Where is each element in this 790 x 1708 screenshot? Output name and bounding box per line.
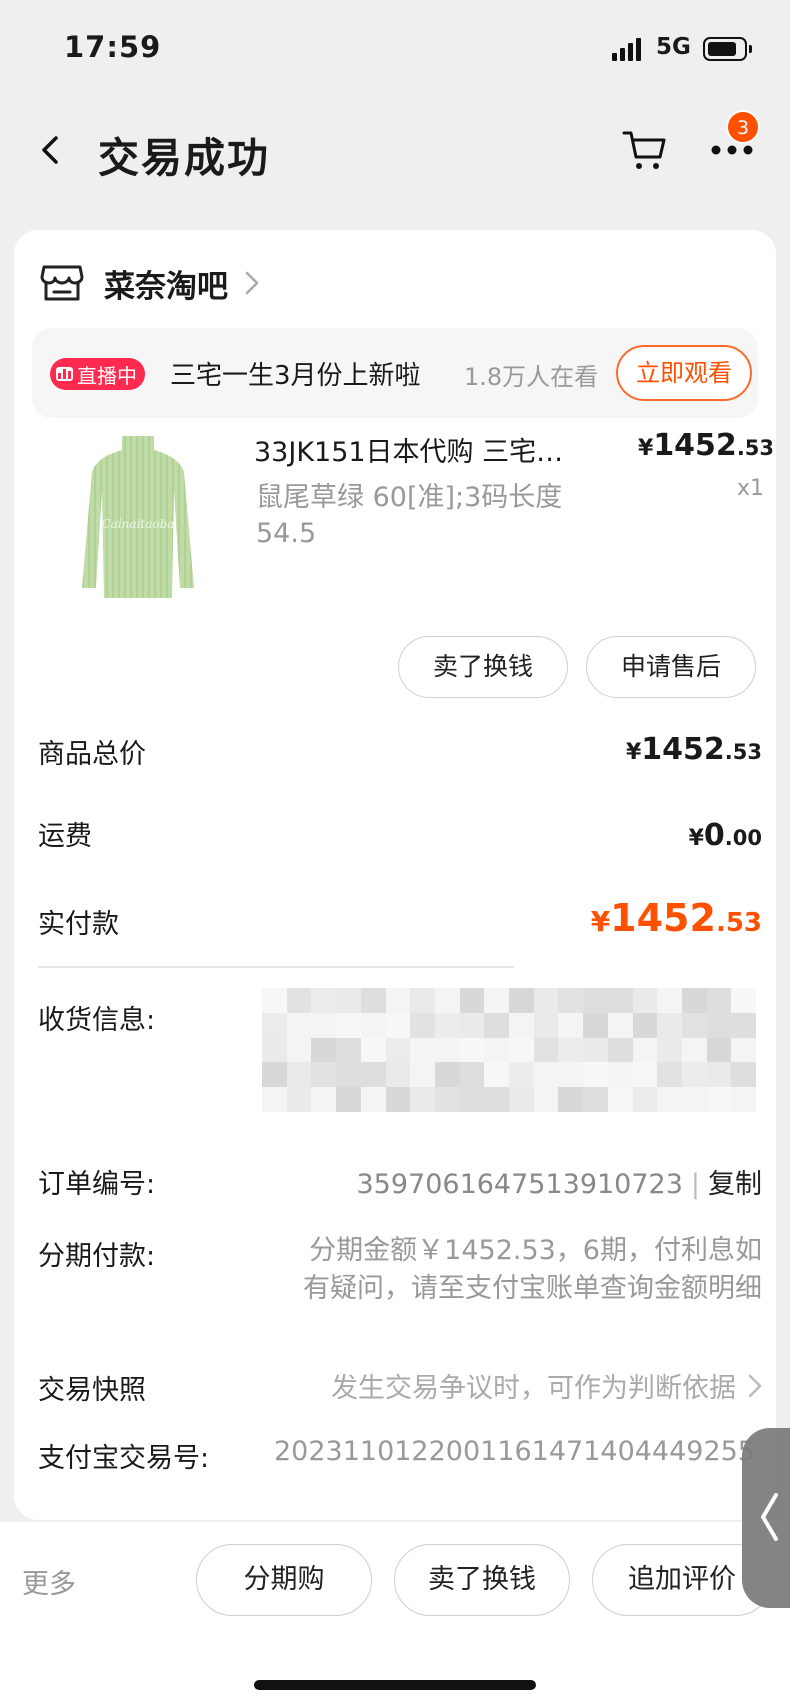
cart-icon[interactable] [622, 128, 668, 172]
paid-value: ¥1452.53 [590, 896, 762, 940]
back-arrow-icon[interactable] [32, 130, 72, 170]
network-label: 5G [656, 34, 691, 60]
shop-header[interactable]: 菜奈淘吧 [40, 258, 260, 308]
live-title: 三宅一生3月份上新啦 [170, 361, 421, 391]
home-indicator [254, 1680, 536, 1690]
page-title: 交易成功 [98, 134, 270, 182]
order-number-value: 3597061647513910723 [356, 1169, 683, 1200]
order-card: 菜奈淘吧 直播中 三宅一生3月份上新啦 1.8万人在看 立即观看 Cainait… [14, 230, 776, 1520]
more-menu-icon[interactable] [708, 140, 756, 160]
product-quantity: x1 [736, 476, 764, 501]
order-number-label: 订单编号: [38, 1169, 156, 1200]
divider [38, 966, 514, 968]
installment-label: 分期付款: [38, 1241, 156, 1272]
battery-icon [703, 37, 752, 61]
store-icon [40, 265, 84, 301]
copy-button[interactable]: 复制 [708, 1169, 762, 1200]
product-image[interactable]: Cainaitaoba [68, 428, 208, 608]
bottom-action-bar: 更多 分期购 卖了换钱 追加评价 [0, 1522, 790, 1708]
nav-bar: 交易成功 3 [0, 100, 790, 210]
alipay-trade-number: 2023110122001161471404449255 [274, 1436, 755, 1467]
side-drawer-handle[interactable] [742, 1428, 790, 1608]
live-badge: 直播中 [50, 358, 145, 390]
status-time: 17:59 [64, 30, 162, 64]
alipay-trade-label: 支付宝交易号: [38, 1443, 210, 1474]
live-viewers: 1.8万人在看 [464, 363, 599, 391]
shipping-value: ¥0.00 [688, 818, 762, 853]
live-bars-icon [56, 367, 73, 381]
order-number-row: 3597061647513910723 | 复制 [357, 1162, 763, 1201]
chevron-left-icon [761, 1493, 778, 1541]
sell-for-cash-button[interactable]: 卖了换钱 [398, 636, 568, 698]
chevron-right-icon [748, 1374, 762, 1397]
snapshot-row[interactable]: 发生交易争议时，可作为判断依据 [331, 1366, 762, 1405]
goods-total-value: ¥1452.53 [625, 732, 762, 767]
separator: | [690, 1169, 700, 1200]
live-banner[interactable]: 直播中 三宅一生3月份上新啦 1.8万人在看 立即观看 [32, 328, 758, 418]
receiver-info-label: 收货信息: [38, 1005, 156, 1036]
chevron-right-icon [245, 271, 259, 295]
snapshot-label: 交易快照 [38, 1375, 146, 1406]
status-bar: 17:59 5G [0, 0, 790, 100]
installment-buy-button[interactable]: 分期购 [196, 1544, 372, 1616]
product-sku: 鼠尾草绿 60[准];3码长度 54.5 [256, 482, 563, 549]
installment-text: 分期金额￥1452.53，6期，付利息如有疑问，请至支付宝账单查询金额明细 [303, 1235, 762, 1304]
product-price: ¥1452.53 [638, 428, 775, 463]
watch-now-button[interactable]: 立即观看 [616, 345, 752, 401]
goods-total-label: 商品总价 [38, 739, 146, 770]
signal-icon [612, 37, 641, 61]
snapshot-text: 发生交易争议时，可作为判断依据 [331, 1373, 736, 1404]
shipping-label: 运费 [38, 821, 92, 852]
more-link[interactable]: 更多 [22, 1562, 76, 1601]
svg-text:Cainaitaoba: Cainaitaoba [102, 517, 175, 531]
paid-label: 实付款 [38, 909, 119, 940]
notification-badge: 3 [726, 110, 760, 144]
shop-name[interactable]: 菜奈淘吧 [104, 261, 228, 306]
product-title[interactable]: 33JK151日本代购 三宅… [254, 430, 594, 469]
live-tag-label: 直播中 [77, 363, 137, 388]
sell-for-cash-bottom-button[interactable]: 卖了换钱 [394, 1544, 570, 1616]
after-sale-button[interactable]: 申请售后 [586, 636, 756, 698]
receiver-info-redacted [262, 988, 756, 1112]
